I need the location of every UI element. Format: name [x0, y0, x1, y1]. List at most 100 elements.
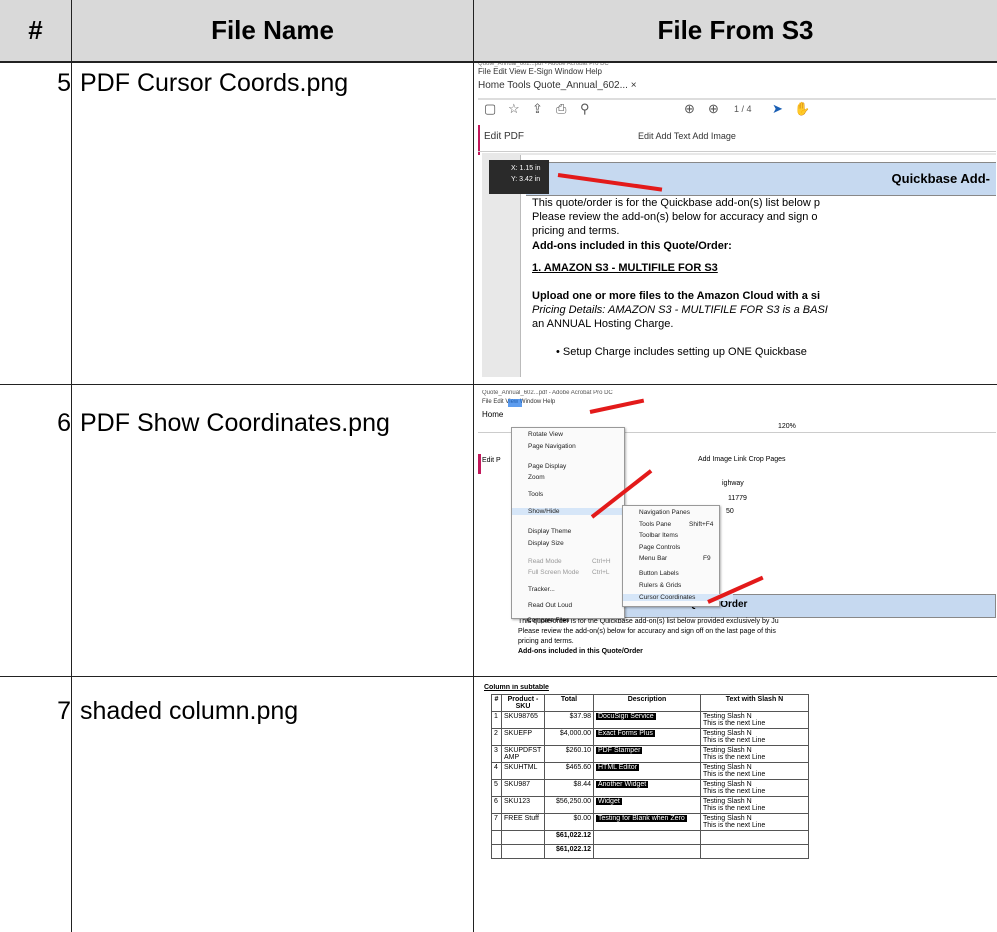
window-title: Quote_Annual_602...pdf - Adobe Acrobat P…	[482, 390, 613, 396]
menu-item[interactable]: Tools	[528, 491, 543, 498]
menu-item[interactable]: Page Navigation	[528, 443, 576, 450]
edit-pdf-label: Edit P	[482, 457, 501, 464]
doc-line: Upload one or more files to the Amazon C…	[532, 290, 821, 302]
doc-line: pricing and terms.	[518, 638, 574, 645]
zoom-level: 120%	[778, 423, 796, 430]
text-line: This is the next Line	[703, 822, 766, 829]
subtable-description: Widget	[593, 796, 701, 814]
menu-item[interactable]: Menu Bar	[639, 555, 667, 562]
menu-item[interactable]: Page Display	[528, 463, 566, 470]
subtable-row: 5 SKU987 $8.44 Another Widget Testing Slash …	[491, 779, 809, 797]
doc-text: 50	[726, 508, 734, 515]
text-line: Testing Slash N	[703, 764, 752, 771]
row-number: 5	[57, 69, 71, 97]
home-tab: Home	[482, 410, 504, 419]
doc-line: Pricing Details: AMAZON S3 - MULTIFILE F…	[532, 304, 828, 316]
menu-item[interactable]: Zoom	[528, 474, 545, 481]
subtable-total-cell: $0.00	[544, 813, 594, 831]
menu-item[interactable]: Navigation Panes	[639, 509, 690, 516]
col-divider	[71, 0, 72, 932]
screenshot-pdf-cursor-coords: Quote_Annual_602...pdf - Adobe Acrobat P…	[478, 63, 996, 377]
subtable-total-cell: $465.60	[544, 762, 594, 780]
menu-shortcut: Ctrl+H	[592, 558, 611, 565]
subtable-sku: SKU123	[501, 796, 545, 814]
toolbar: ▢ ☆ ⇪ ⎙ ⚲ ⊕ ⊕ 1 / 4 ➤ ✋	[478, 101, 996, 123]
text-line: Testing Slash N	[703, 730, 752, 737]
menu-item[interactable]: Tracker...	[528, 586, 555, 593]
view-menu[interactable]: Rotate View Page Navigation Page Display…	[511, 427, 638, 619]
doc-line: an ANNUAL Hosting Charge.	[532, 318, 674, 330]
subtable-text-slash-n: Testing Slash N This is the next Line	[700, 779, 809, 797]
subtable-total-cell: $4,000.00	[544, 728, 594, 746]
doc-text: ighway	[722, 480, 744, 487]
shaded-description: HTML Editor	[596, 764, 640, 771]
doc-line: Please review the add-on(s) below for ac…	[518, 628, 776, 635]
file-name: PDF Show Coordinates.png	[80, 409, 390, 437]
subtable-total-cell: $56,250.00	[544, 796, 594, 814]
shaded-description: Widget	[596, 798, 622, 805]
subtable-row: 3 SKUPDFST AMP $260.10 PDF Stamper Testing S…	[491, 745, 809, 763]
subtable-header: #	[491, 694, 502, 712]
subtable-sku: SKU98765	[501, 711, 545, 729]
share-icon: ⇪	[532, 101, 543, 116]
doc-line: • Setup Charge includes setting up ONE Q…	[556, 346, 807, 358]
subtable-row: 7 FREE Stuff $0.00 Testing for Blank when Z…	[491, 813, 809, 831]
subtable-row: 1 SKU98765 $37.98 DocuSign Service Testing S…	[491, 711, 809, 729]
subtable-description: DocuSign Service	[593, 711, 701, 729]
subtable-text-slash-n: Testing Slash N This is the next Line	[700, 813, 809, 831]
menu-item[interactable]: Full Screen Mode	[528, 569, 579, 576]
text-line: Testing Slash N	[703, 747, 752, 754]
shaded-description: DocuSign Service	[596, 713, 656, 720]
subtable-num: 5	[491, 779, 502, 797]
menu-item[interactable]: Read Out Loud	[528, 602, 572, 609]
subtable-row: 4 SKUHTML $465.60 HTML Editor Testing Slash …	[491, 762, 809, 780]
subtable-description: Exact Forms Plus	[593, 728, 701, 746]
subtable-total-cell: $260.10	[544, 745, 594, 763]
menu-item[interactable]: Display Size	[528, 540, 564, 547]
text-line: Testing Slash N	[703, 798, 752, 805]
subtable-text-slash-n: Testing Slash N This is the next Line	[700, 762, 809, 780]
pointer-icon: ➤	[772, 101, 783, 116]
toolbar-right: Add Image Link Crop Pages	[698, 456, 786, 463]
subtable-num: 4	[491, 762, 502, 780]
table-header: # File Name File From S3	[0, 0, 997, 63]
menu-item[interactable]: Display Theme	[528, 528, 571, 535]
subtable-total: $61,022.12	[544, 844, 594, 859]
row-divider	[0, 676, 997, 677]
menu-item[interactable]: Toolbar Items	[639, 532, 678, 539]
text-line: Testing Slash N	[703, 781, 752, 788]
subtable-sku: SKUPDFST AMP	[501, 745, 545, 763]
file-table: # File Name File From S3 5 PDF Cursor Co…	[0, 0, 997, 932]
subtable-description: Another Widget	[593, 779, 701, 797]
doc-line: This quote/order is for the Quickbase ad…	[532, 197, 820, 209]
subtable-description: Testing for Blank when Zero	[593, 813, 701, 831]
text-line: This is the next Line	[703, 737, 766, 744]
menu-item[interactable]: Page Controls	[639, 544, 680, 551]
subtable-description: PDF Stamper	[593, 745, 701, 763]
row-number: 7	[57, 697, 71, 725]
star-icon: ☆	[508, 101, 520, 116]
menu-item[interactable]: Compare Files	[527, 617, 569, 624]
subtable-num: 3	[491, 745, 502, 763]
menu-item[interactable]: Button Labels	[639, 570, 679, 577]
menu-item[interactable]: Rotate View	[528, 431, 563, 438]
menu-shortcut: F9	[703, 555, 711, 562]
menu-item[interactable]: Tools Pane	[639, 521, 671, 528]
menu-item[interactable]: Read Mode	[528, 558, 562, 565]
row-number: 6	[57, 409, 71, 437]
subtable-caption: Column in subtable	[484, 684, 549, 691]
menu-bar: File Edit View E-Sign Window Help	[478, 67, 602, 76]
text-line: This is the next Line	[703, 771, 766, 778]
subtable-header: Product - SKU	[501, 694, 545, 712]
subtable-num: 7	[491, 813, 502, 831]
text-line: Testing Slash N	[703, 713, 752, 720]
screenshot-shaded-column: Column in subtable # Product - SKU Total…	[484, 684, 814, 906]
subtable-sku: SKU987	[501, 779, 545, 797]
subtable-sku: SKUHTML	[501, 762, 545, 780]
subtable-text-slash-n: Testing Slash N This is the next Line	[700, 728, 809, 746]
save-icon: ▢	[484, 101, 497, 116]
shaded-description: Another Widget	[596, 781, 649, 788]
show-hide-submenu[interactable]: Navigation Panes Tools Pane Toolbar Item…	[622, 505, 733, 607]
menu-item-show-hide[interactable]: Show/Hide	[512, 508, 638, 515]
menu-item[interactable]: Rulers & Grids	[639, 582, 681, 589]
